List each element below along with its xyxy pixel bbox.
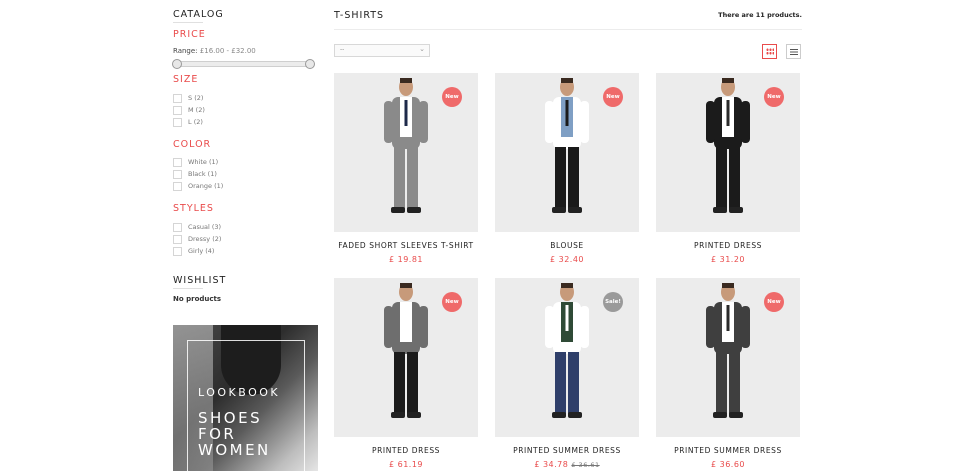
checkbox[interactable] bbox=[173, 117, 182, 127]
product-price: £ 19.81 bbox=[334, 255, 478, 264]
divider bbox=[334, 29, 802, 30]
range-label: Range: bbox=[173, 47, 198, 55]
filter-label: Dressy (2) bbox=[188, 235, 222, 243]
size-filter-s[interactable]: S (2) bbox=[173, 93, 203, 103]
price-range-label: Range: £16.00 - £32.00 bbox=[173, 47, 256, 55]
product-name[interactable]: PRINTED SUMMER DRESS bbox=[656, 446, 800, 455]
current-price: £ 34.78 bbox=[534, 460, 569, 469]
banner-lookbook-text: LOOKBOOK bbox=[198, 386, 281, 399]
filter-label: M (2) bbox=[188, 106, 205, 114]
color-filter-orange[interactable]: Orange (1) bbox=[173, 181, 223, 191]
product-name[interactable]: FADED SHORT SLEEVES T-SHIRT bbox=[334, 241, 478, 250]
color-filter-title: COLOR bbox=[173, 139, 212, 150]
divider bbox=[173, 288, 203, 289]
wishlist-title: WISHLIST bbox=[173, 275, 227, 286]
checkbox[interactable] bbox=[173, 105, 182, 115]
filter-label: S (2) bbox=[188, 94, 204, 102]
sort-select[interactable]: -- ⌄ bbox=[334, 44, 430, 57]
checkbox[interactable] bbox=[173, 169, 182, 179]
filter-label: Black (1) bbox=[188, 170, 217, 178]
size-filter-m[interactable]: M (2) bbox=[173, 105, 205, 115]
product-price: £ 36.60 bbox=[656, 460, 800, 469]
product-price: £ 34.78 £ 36.61 bbox=[495, 460, 639, 469]
page-title: T-SHIRTS bbox=[334, 10, 385, 21]
product-image[interactable]: New bbox=[334, 73, 478, 232]
product-price: £ 32.40 bbox=[495, 255, 639, 264]
slider-min-handle[interactable] bbox=[172, 59, 182, 69]
product-count: There are 11 products. bbox=[718, 11, 802, 19]
product-listing: T-SHIRTS There are 11 products. -- ⌄ New… bbox=[334, 0, 802, 471]
checkbox[interactable] bbox=[173, 246, 182, 256]
grid-icon bbox=[765, 48, 774, 55]
product-image[interactable]: New bbox=[334, 278, 478, 437]
product-price: £ 61.19 bbox=[334, 460, 478, 469]
checkbox[interactable] bbox=[173, 181, 182, 191]
product-name[interactable]: BLOUSE bbox=[495, 241, 639, 250]
filter-label: L (2) bbox=[188, 118, 203, 126]
new-badge: New bbox=[603, 87, 623, 107]
new-badge: New bbox=[442, 87, 462, 107]
banner-line-women: WOMEN bbox=[198, 441, 271, 459]
current-price: £ 61.19 bbox=[388, 460, 424, 469]
current-price: £ 36.60 bbox=[710, 460, 746, 469]
checkbox[interactable] bbox=[173, 157, 182, 167]
list-view-button[interactable] bbox=[786, 44, 801, 59]
filter-label: Casual (3) bbox=[188, 223, 222, 231]
wishlist-empty-text: No products bbox=[173, 295, 222, 303]
filter-label: Orange (1) bbox=[188, 182, 224, 190]
slider-max-handle[interactable] bbox=[305, 59, 315, 69]
style-filter-girly[interactable]: Girly (4) bbox=[173, 246, 214, 256]
product-name[interactable]: PRINTED DRESS bbox=[334, 446, 478, 455]
chevron-down-icon: ⌄ bbox=[419, 45, 425, 53]
filter-label: White (1) bbox=[188, 158, 219, 166]
color-filter-white[interactable]: White (1) bbox=[173, 157, 218, 167]
product-price: £ 31.20 bbox=[656, 255, 800, 264]
grid-view-button[interactable] bbox=[762, 44, 777, 59]
product-name[interactable]: PRINTED DRESS bbox=[656, 241, 800, 250]
product-name[interactable]: PRINTED SUMMER DRESS bbox=[495, 446, 639, 455]
checkbox[interactable] bbox=[173, 93, 182, 103]
divider bbox=[173, 22, 203, 23]
filter-label: Girly (4) bbox=[188, 247, 215, 255]
product-image[interactable]: New bbox=[495, 73, 639, 232]
lookbook-banner[interactable]: LOOKBOOK SHOES FOR WOMEN bbox=[173, 325, 318, 471]
checkbox[interactable] bbox=[173, 222, 182, 232]
size-filter-l[interactable]: L (2) bbox=[173, 117, 203, 127]
style-filter-dressy[interactable]: Dressy (2) bbox=[173, 234, 221, 244]
current-price: £ 32.40 bbox=[549, 255, 585, 264]
current-price: £ 19.81 bbox=[388, 255, 424, 264]
new-badge: New bbox=[764, 87, 784, 107]
color-filter-black[interactable]: Black (1) bbox=[173, 169, 217, 179]
product-image[interactable]: New bbox=[656, 278, 800, 437]
styles-filter-title: STYLES bbox=[173, 203, 214, 214]
new-badge: New bbox=[442, 292, 462, 312]
style-filter-casual[interactable]: Casual (3) bbox=[173, 222, 221, 232]
old-price: £ 36.61 bbox=[571, 461, 600, 469]
checkbox[interactable] bbox=[173, 234, 182, 244]
new-badge: New bbox=[764, 292, 784, 312]
price-filter-title: PRICE bbox=[173, 29, 206, 40]
product-image[interactable]: Sale! bbox=[495, 278, 639, 437]
catalog-title: CATALOG bbox=[173, 9, 224, 20]
list-icon bbox=[789, 48, 798, 55]
size-filter-title: SIZE bbox=[173, 74, 199, 85]
range-value: £16.00 - £32.00 bbox=[199, 47, 256, 55]
current-price: £ 31.20 bbox=[710, 255, 746, 264]
price-slider[interactable] bbox=[172, 59, 315, 69]
product-image[interactable]: New bbox=[656, 73, 800, 232]
sort-value: -- bbox=[340, 46, 345, 53]
sale-badge: Sale! bbox=[603, 292, 623, 312]
